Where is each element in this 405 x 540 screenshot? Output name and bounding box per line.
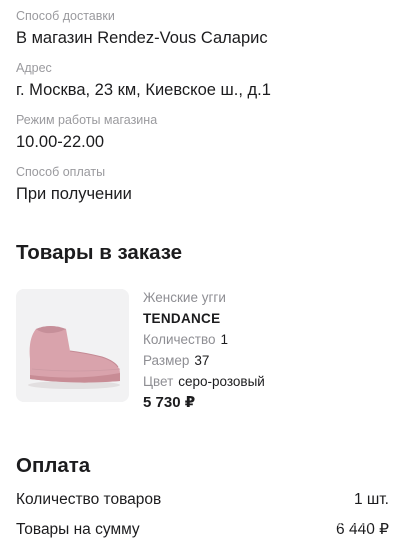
avito-watermark: Avito bbox=[285, 495, 395, 535]
quantity-label: Количество bbox=[143, 332, 216, 347]
product-info: Женские угги TENDANCE Количество 1 Размер… bbox=[143, 289, 393, 412]
store-hours: Режим работы магазина 10.00-22.00 bbox=[16, 113, 157, 152]
payment-method-label: Способ оплаты bbox=[16, 165, 106, 179]
delivery-method: Способ доставки В магазин Rendez-Vous Са… bbox=[16, 9, 268, 48]
product-image[interactable] bbox=[16, 289, 129, 402]
watermark-text: Avito bbox=[317, 505, 371, 530]
product-color: Цвет серо-розовый bbox=[143, 373, 393, 390]
color-value: серо-розовый bbox=[178, 374, 265, 389]
product-quantity: Количество 1 bbox=[143, 331, 393, 348]
product-name[interactable]: Женские угги bbox=[143, 289, 393, 306]
address-label: Адрес bbox=[16, 61, 52, 75]
pink-ugg-boot-image bbox=[16, 289, 129, 402]
size-label: Размер bbox=[143, 353, 190, 368]
payment-method: Способ оплаты При получении bbox=[16, 165, 132, 204]
quantity-value: 1 bbox=[220, 332, 229, 347]
items-count-label: Количество товаров bbox=[16, 491, 162, 508]
order-items-heading: Товары в заказе bbox=[16, 241, 183, 264]
delivery-method-label: Способ доставки bbox=[16, 9, 115, 23]
store-hours-value: 10.00-22.00 bbox=[16, 133, 105, 151]
payment-heading: Оплата bbox=[16, 454, 91, 477]
product-size: Размер 37 bbox=[143, 352, 393, 369]
address: Адрес г. Москва, 23 км, Киевское ш., д.1 bbox=[16, 61, 271, 100]
product-price: 5 730 ₽ bbox=[143, 394, 196, 411]
delivery-method-value: В магазин Rendez-Vous Саларис bbox=[16, 29, 268, 47]
items-sum-label: Товары на сумму bbox=[16, 521, 140, 538]
store-hours-label: Режим работы магазина bbox=[16, 113, 158, 127]
payment-method-value: При получении bbox=[16, 185, 132, 203]
address-value: г. Москва, 23 км, Киевское ш., д.1 bbox=[16, 81, 271, 99]
product-brand: TENDANCE bbox=[143, 311, 221, 326]
size-value: 37 bbox=[194, 353, 210, 368]
color-label: Цвет bbox=[143, 374, 174, 389]
avito-logo-icon: Avito bbox=[286, 499, 372, 531]
